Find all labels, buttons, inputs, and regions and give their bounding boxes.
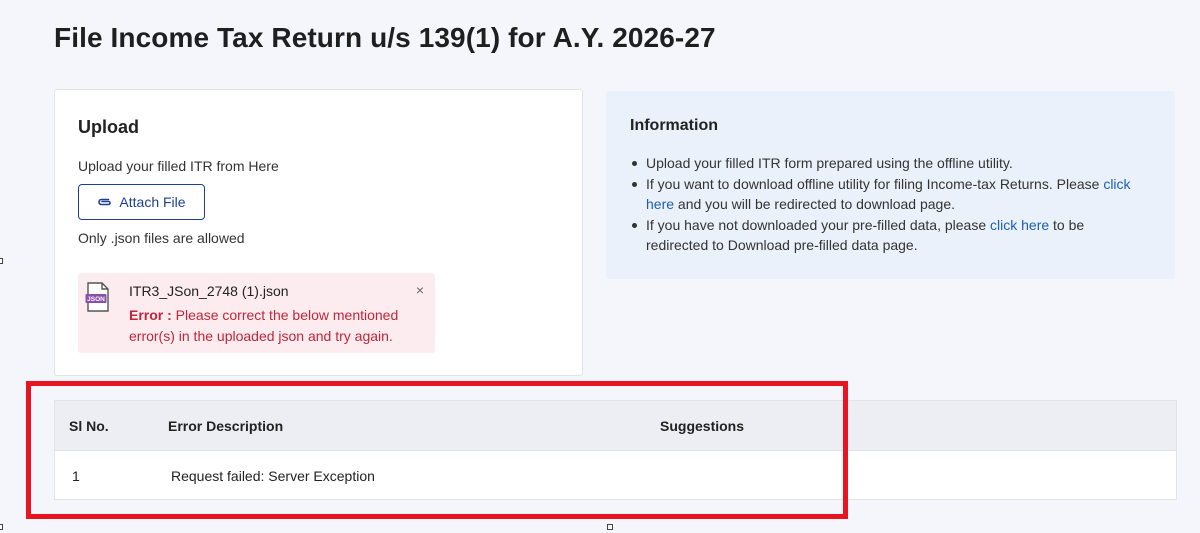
information-list: Upload your filled ITR form prepared usi… <box>630 153 1150 256</box>
attach-file-label: Attach File <box>119 194 186 210</box>
upload-heading: Upload <box>78 117 139 137</box>
info-item-prefilled-data: If you have not downloaded your pre-fill… <box>630 215 1150 256</box>
uploaded-file-error-box: JSON ITR3_JSon_2748 (1).json × Error : P… <box>78 273 435 353</box>
info-item-download-utility: If you want to download offline utility … <box>630 174 1150 215</box>
attach-file-button[interactable]: Attach File <box>78 184 205 220</box>
information-heading: Information <box>630 117 718 134</box>
uploaded-file-name: ITR3_JSon_2748 (1).json <box>129 283 289 299</box>
upload-error-message: Error : Please correct the below mention… <box>129 305 419 347</box>
row-sl-no: 1 <box>72 468 80 484</box>
error-label: Error : <box>129 307 172 323</box>
close-icon[interactable]: × <box>413 283 427 297</box>
selection-handle-bottom-left[interactable] <box>0 524 3 530</box>
error-table: Sl No. Error Description Suggestions 1 R… <box>54 400 1177 500</box>
information-card: Information Upload your filled ITR form … <box>606 91 1175 279</box>
column-header-suggestions: Suggestions <box>660 418 745 434</box>
allowed-files-note: Only .json files are allowed <box>78 230 245 246</box>
column-header-error-description: Error Description <box>168 418 284 434</box>
upload-card: Upload Upload your filled ITR from Here … <box>54 89 583 376</box>
page: File Income Tax Return u/s 139(1) for A.… <box>0 0 1200 533</box>
upload-subtitle: Upload your filled ITR from Here <box>78 158 279 174</box>
json-icon-label: JSON <box>87 296 105 303</box>
paperclip-icon <box>98 198 112 206</box>
prefilled-data-link[interactable]: click here <box>990 217 1049 233</box>
row-error-description: Request failed: Server Exception <box>171 468 375 484</box>
page-title: File Income Tax Return u/s 139(1) for A.… <box>54 22 716 53</box>
table-header-row: Sl No. Error Description Suggestions <box>55 401 1176 451</box>
selection-handle-bottom[interactable] <box>607 524 613 530</box>
column-header-sl-no: Sl No. <box>69 418 109 434</box>
info-item-offline-utility: Upload your filled ITR form prepared usi… <box>630 153 1150 174</box>
selection-handle-left[interactable] <box>0 258 3 264</box>
json-file-icon: JSON <box>85 282 109 312</box>
